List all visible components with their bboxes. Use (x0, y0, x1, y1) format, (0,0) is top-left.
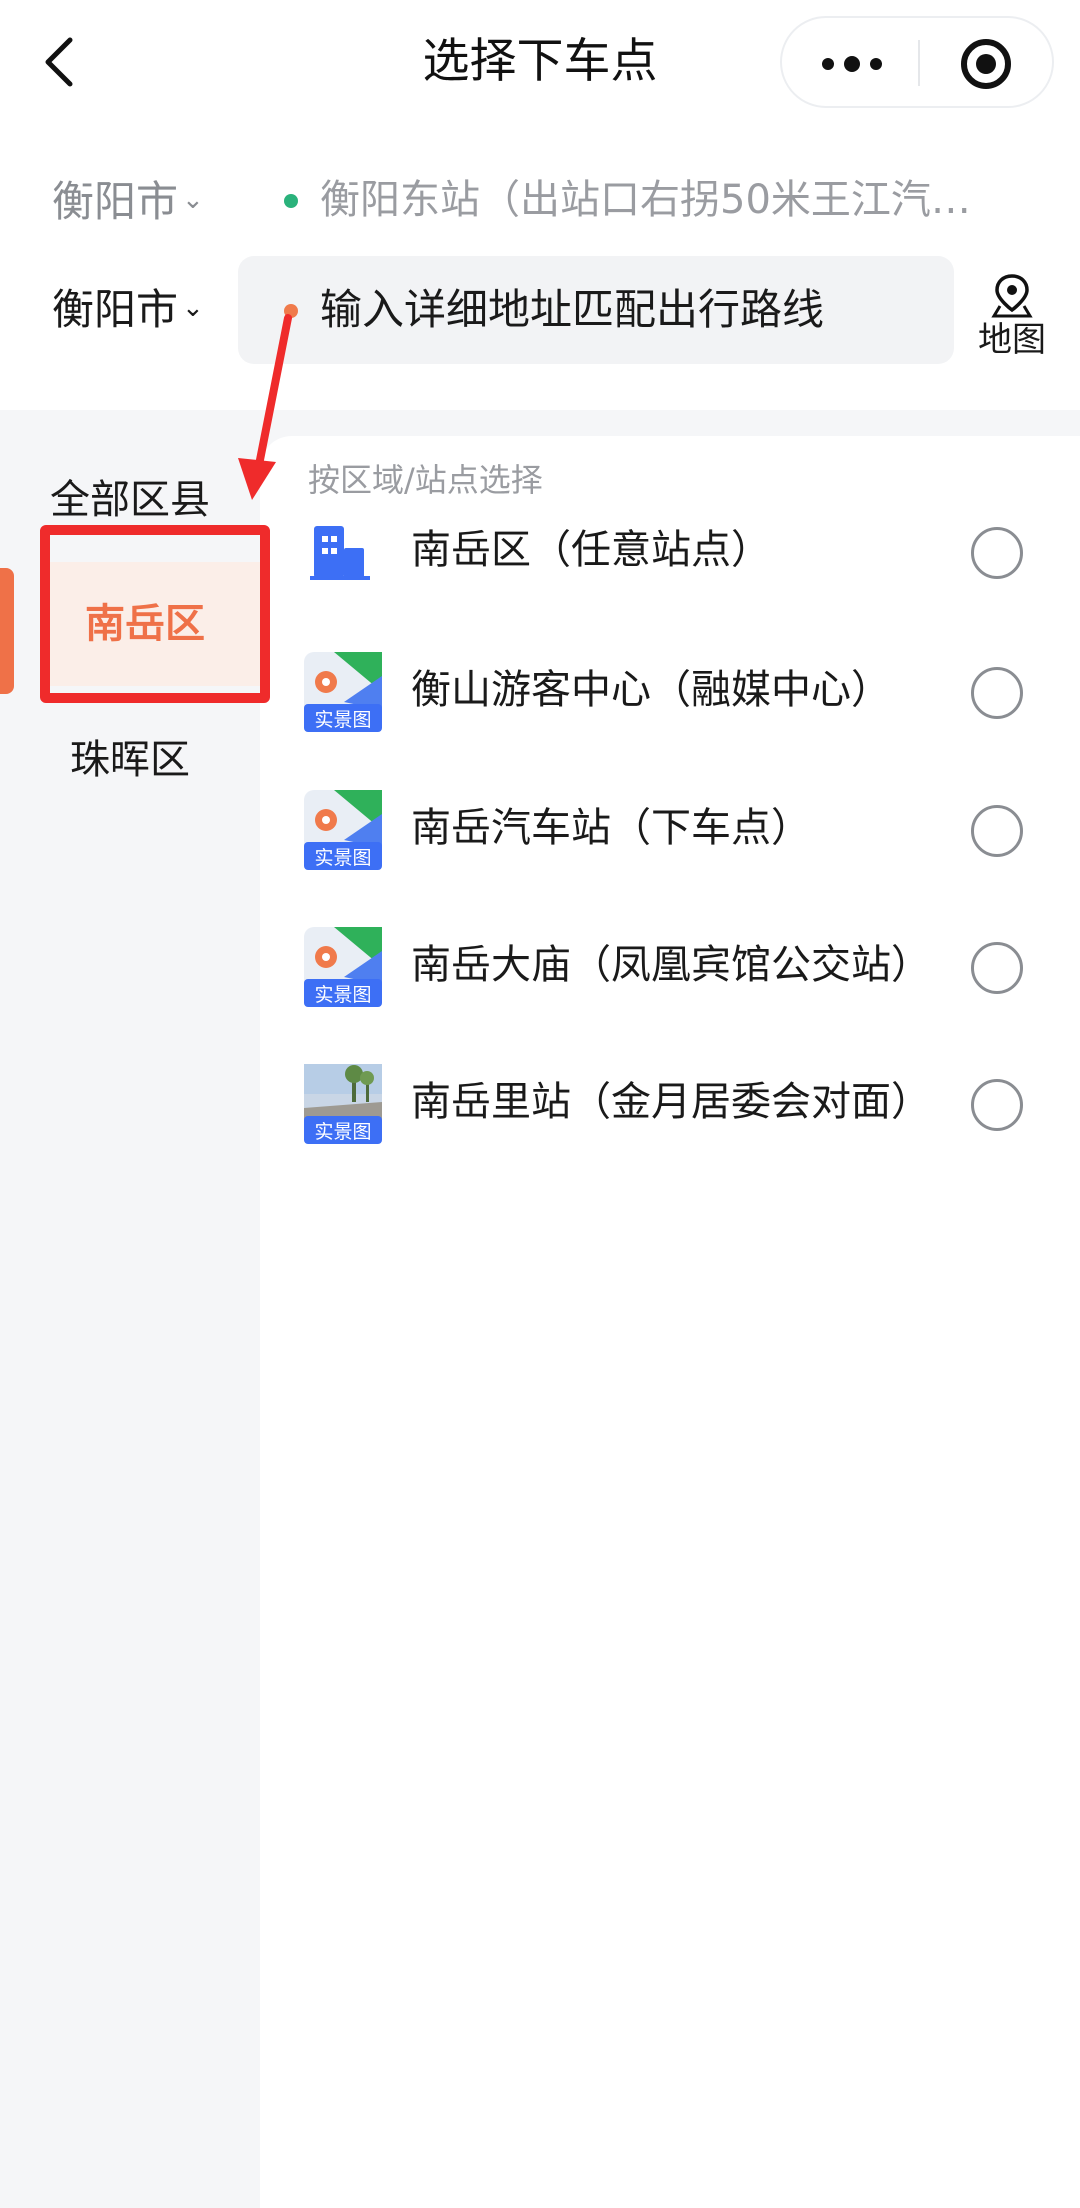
station-item[interactable]: 南岳区（任意站点） (260, 492, 1080, 612)
live-view-label: 实景图 (314, 1121, 371, 1143)
search-placeholder: 输入详细地址匹配出行路线 (320, 285, 825, 334)
station-radio[interactable] (971, 942, 1023, 994)
destination-city-selector[interactable]: 衡阳市 ⌄ (52, 278, 204, 340)
station-radio[interactable] (971, 805, 1023, 857)
live-view-label: 实景图 (314, 984, 371, 1006)
map-button[interactable]: 地图 (970, 270, 1054, 366)
close-mini-program-button[interactable] (920, 18, 1052, 106)
more-button[interactable] (782, 18, 918, 106)
station-radio[interactable] (971, 667, 1023, 719)
destination-dot-icon (284, 304, 298, 318)
sidebar-item-label: 珠晖区 (70, 737, 190, 783)
origin-dot-icon (284, 194, 298, 208)
live-view-map-icon: 实景图 (304, 790, 382, 870)
origin-city-selector[interactable]: 衡阳市 ⌄ (52, 170, 204, 232)
station-name: 南岳里站（金月居委会对面） (411, 1079, 931, 1125)
annotation-highlight-box (40, 525, 270, 703)
live-view-map-icon: 实景图 (304, 927, 382, 1007)
more-dots-icon (822, 56, 882, 72)
map-button-label: 地图 (978, 320, 1046, 360)
sidebar-item-zhuhui[interactable]: 珠晖区 (0, 730, 260, 790)
mini-program-capsule (780, 16, 1054, 108)
sidebar-item-all-districts[interactable]: 全部区县 (0, 470, 260, 530)
origin-address[interactable]: 衡阳东站（出站口右拐50米王江汽… (320, 170, 980, 230)
live-view-photo-icon: 实景图 (304, 1064, 382, 1144)
station-name: 南岳区（任意站点） (411, 527, 771, 573)
station-item[interactable]: 实景图 南岳里站（金月居委会对面） (260, 1044, 1080, 1164)
target-circle-icon (961, 39, 1011, 89)
origin-row: 衡阳市 ⌄ 衡阳东站（出站口右拐50米王江汽… (0, 170, 1080, 230)
map-pin-icon (991, 274, 1033, 318)
station-item[interactable]: 实景图 南岳大庙（凤凰宾馆公交站） (260, 907, 1080, 1027)
station-name: 衡山游客中心（融媒中心） (411, 667, 891, 713)
chevron-down-icon: ⌄ (182, 185, 204, 215)
building-icon (310, 526, 370, 580)
destination-row: 衡阳市 ⌄ 输入详细地址匹配出行路线 地图 (0, 256, 1080, 366)
station-panel: 按区域/站点选择 南岳区（任意站点） 实景图 衡山游客中心（融媒中心） 实景图 … (260, 436, 1080, 2208)
station-item[interactable]: 实景图 南岳汽车站（下车点） (260, 770, 1080, 890)
chevron-down-icon: ⌄ (182, 293, 204, 323)
station-radio[interactable] (971, 527, 1023, 579)
active-indicator (0, 568, 14, 694)
top-bar: 选择下车点 衡阳市 ⌄ 衡阳东站（出站口右拐50米王江汽… 衡阳市 ⌄ 输入详细… (0, 0, 1080, 410)
destination-search-input[interactable]: 输入详细地址匹配出行路线 (238, 256, 954, 364)
station-item[interactable]: 实景图 衡山游客中心（融媒中心） (260, 632, 1080, 752)
origin-city-label: 衡阳市 (52, 177, 179, 226)
station-name: 南岳大庙（凤凰宾馆公交站） (411, 942, 931, 988)
live-view-label: 实景图 (314, 847, 371, 869)
live-view-map-icon: 实景图 (304, 652, 382, 732)
station-name: 南岳汽车站（下车点） (411, 805, 811, 851)
destination-city-label: 衡阳市 (52, 285, 179, 334)
station-radio[interactable] (971, 1079, 1023, 1131)
sidebar-item-label: 全部区县 (50, 477, 210, 523)
live-view-label: 实景图 (314, 709, 371, 731)
